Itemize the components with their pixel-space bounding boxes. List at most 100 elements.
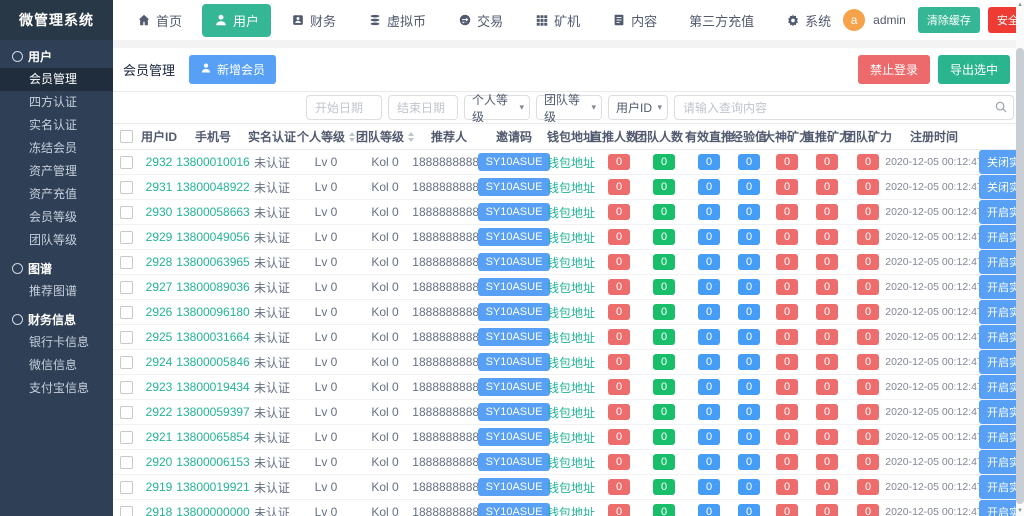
clear-cache-button[interactable]: 清除缓存: [918, 7, 980, 33]
sidebar-item-bank-card-info[interactable]: 银行卡信息: [0, 331, 113, 354]
id-link[interactable]: 2928: [146, 255, 173, 269]
sidebar-item-member-level[interactable]: 会员等级: [0, 206, 113, 229]
row-checkbox[interactable]: [120, 431, 133, 444]
id-link[interactable]: 2918: [146, 505, 173, 516]
phone-link[interactable]: 13800096180: [176, 305, 249, 319]
sidebar-item-frozen-members[interactable]: 冻结会员: [0, 137, 113, 160]
row-checkbox[interactable]: [120, 156, 133, 169]
team-level-select[interactable]: 团队等级 ▾: [536, 95, 602, 120]
sidebar-item-asset-recharge[interactable]: 资产充值: [0, 183, 113, 206]
invite-code-chip[interactable]: SY10ASUE: [478, 228, 551, 246]
col-header-plevel[interactable]: 个人等级: [297, 128, 355, 145]
row-checkbox[interactable]: [120, 406, 133, 419]
nav-item-content[interactable]: 内容: [600, 4, 669, 37]
phone-link[interactable]: 13800031664: [176, 330, 249, 344]
sidebar-item-realname-auth[interactable]: 实名认证: [0, 114, 113, 137]
scrollbar-thumb[interactable]: [1016, 48, 1024, 504]
id-link[interactable]: 2922: [146, 405, 173, 419]
id-link[interactable]: 2919: [146, 480, 173, 494]
wallet-link[interactable]: 钱包地址: [547, 479, 595, 496]
phone-link[interactable]: 13800063965: [176, 255, 249, 269]
row-checkbox[interactable]: [120, 206, 133, 219]
phone-link[interactable]: 13800005846: [176, 355, 249, 369]
nav-item-finance[interactable]: 财务: [279, 4, 348, 37]
add-member-button[interactable]: 新增会员: [189, 55, 276, 84]
invite-code-chip[interactable]: SY10ASUE: [478, 453, 551, 471]
search-icon[interactable]: [994, 100, 1008, 114]
wallet-link[interactable]: 钱包地址: [547, 454, 595, 471]
wallet-link[interactable]: 钱包地址: [547, 329, 595, 346]
row-checkbox[interactable]: [120, 306, 133, 319]
start-date-input[interactable]: [306, 95, 382, 120]
invite-code-chip[interactable]: SY10ASUE: [478, 403, 551, 421]
phone-link[interactable]: 13800089036: [176, 280, 249, 294]
sidebar-item-referral-graph[interactable]: 推荐图谱: [0, 280, 113, 303]
nav-item-third-party-recharge[interactable]: 第三方充值: [677, 4, 766, 37]
id-link[interactable]: 2931: [146, 180, 173, 194]
wallet-link[interactable]: 钱包地址: [547, 204, 595, 221]
sidebar-item-wechat-info[interactable]: 微信信息: [0, 354, 113, 377]
phone-link[interactable]: 13800006153: [176, 455, 249, 469]
phone-link[interactable]: 13800048922: [176, 180, 249, 194]
row-checkbox[interactable]: [120, 281, 133, 294]
invite-code-chip[interactable]: SY10ASUE: [478, 178, 551, 196]
wallet-link[interactable]: 钱包地址: [547, 179, 595, 196]
phone-link[interactable]: 13800058663: [176, 205, 249, 219]
nav-item-crypto[interactable]: 虚拟币: [356, 4, 438, 37]
id-link[interactable]: 2924: [146, 355, 173, 369]
row-checkbox[interactable]: [120, 356, 133, 369]
wallet-link[interactable]: 钱包地址: [547, 354, 595, 371]
invite-code-chip[interactable]: SY10ASUE: [478, 303, 551, 321]
id-link[interactable]: 2921: [146, 430, 173, 444]
nav-item-home[interactable]: 首页: [125, 4, 194, 37]
sidebar-item-member-management[interactable]: 会员管理: [0, 68, 113, 91]
col-header-tlevel[interactable]: 团队等级: [355, 128, 415, 145]
row-checkbox[interactable]: [120, 256, 133, 269]
invite-code-chip[interactable]: SY10ASUE: [478, 378, 551, 396]
wallet-link[interactable]: 钱包地址: [547, 229, 595, 246]
sidebar-item-fourth-party-auth[interactable]: 四方认证: [0, 91, 113, 114]
invite-code-chip[interactable]: SY10ASUE: [478, 503, 551, 516]
wallet-link[interactable]: 钱包地址: [547, 404, 595, 421]
nav-item-miner[interactable]: 矿机: [523, 4, 592, 37]
sidebar-section-header[interactable]: 用户: [0, 44, 113, 68]
wallet-link[interactable]: 钱包地址: [547, 254, 595, 271]
row-checkbox[interactable]: [120, 381, 133, 394]
scroll-up-arrow-icon[interactable]: ▲: [1016, 1, 1024, 9]
invite-code-chip[interactable]: SY10ASUE: [478, 353, 551, 371]
wallet-link[interactable]: 钱包地址: [547, 379, 595, 396]
id-link[interactable]: 2927: [146, 280, 173, 294]
avatar[interactable]: a: [843, 9, 865, 31]
id-link[interactable]: 2923: [146, 380, 173, 394]
nav-item-trade[interactable]: 交易: [446, 4, 515, 37]
row-checkbox[interactable]: [120, 481, 133, 494]
id-link[interactable]: 2926: [146, 305, 173, 319]
id-link[interactable]: 2925: [146, 330, 173, 344]
wallet-link[interactable]: 钱包地址: [547, 429, 595, 446]
sidebar-section-header[interactable]: 图谱: [0, 256, 113, 280]
invite-code-chip[interactable]: SY10ASUE: [478, 478, 551, 496]
phone-link[interactable]: 13800049056: [176, 230, 249, 244]
invite-code-chip[interactable]: SY10ASUE: [478, 253, 551, 271]
invite-code-chip[interactable]: SY10ASUE: [478, 428, 551, 446]
wallet-link[interactable]: 钱包地址: [547, 504, 595, 516]
col-header-team[interactable]: 团队人数: [641, 128, 687, 145]
wallet-link[interactable]: 钱包地址: [547, 154, 595, 171]
export-selected-button[interactable]: 导出选中: [938, 55, 1010, 84]
select-all-checkbox[interactable]: [120, 130, 133, 143]
scroll-down-arrow-icon[interactable]: ▼: [1016, 507, 1024, 515]
phone-link[interactable]: 13800019921: [176, 480, 249, 494]
invite-code-chip[interactable]: SY10ASUE: [478, 203, 551, 221]
sidebar-item-team-level[interactable]: 团队等级: [0, 229, 113, 252]
invite-code-chip[interactable]: SY10ASUE: [478, 153, 551, 171]
sidebar-item-asset-management[interactable]: 资产管理: [0, 160, 113, 183]
wallet-link[interactable]: 钱包地址: [547, 304, 595, 321]
phone-link[interactable]: 13800019434: [176, 380, 249, 394]
wallet-link[interactable]: 钱包地址: [547, 279, 595, 296]
end-date-input[interactable]: [388, 95, 458, 120]
sidebar-item-alipay-info[interactable]: 支付宝信息: [0, 377, 113, 400]
row-checkbox[interactable]: [120, 506, 133, 516]
search-input[interactable]: [674, 95, 1014, 120]
row-checkbox[interactable]: [120, 231, 133, 244]
phone-link[interactable]: 13800065854: [176, 430, 249, 444]
